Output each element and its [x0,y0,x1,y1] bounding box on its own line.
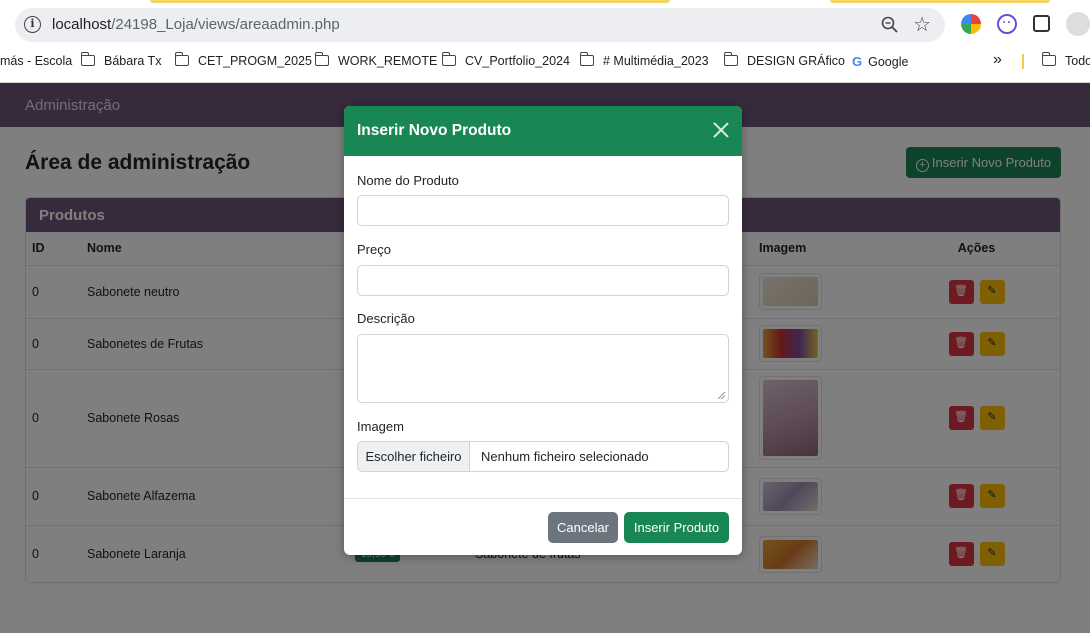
url-text[interactable]: localhost/24198_Loja/views/areaadmin.php [52,16,340,33]
modal-title: Inserir Novo Produto [357,122,512,139]
bookmark-star-icon[interactable]: ☆ [913,12,931,37]
submit-product-button[interactable]: Inserir Produto [624,512,729,543]
zoom-icon[interactable] [880,15,900,35]
nome-label: Nome do Produto [357,173,459,188]
bookmarks-overflow-icon[interactable]: » [993,51,1002,69]
modal-header: Inserir Novo Produto [344,106,742,156]
choose-file-button[interactable]: Escolher ficheiro [358,442,470,471]
close-icon[interactable] [712,121,730,139]
google-icon: G [852,54,863,69]
browser-chrome: i localhost/24198_Loja/views/areaadmin.p… [0,0,1090,83]
profile-avatar-icon[interactable] [1066,12,1090,36]
folder-icon [723,52,738,66]
bookmarks-bar: más - Escola Bábara Tx CET_PROGM_2025 WO… [0,50,1090,74]
bookmark-item[interactable]: DESIGN GRÁfico [723,52,845,68]
bookmark-item[interactable]: más - Escola [0,54,72,68]
address-bar[interactable]: i localhost/24198_Loja/views/areaadmin.p… [15,8,945,42]
folder-icon [579,52,594,66]
color-extension-icon[interactable] [961,14,981,34]
folder-icon [80,52,95,66]
extensions-puzzle-icon[interactable] [1033,15,1050,32]
bookmark-item[interactable]: Bábara Tx [80,52,161,68]
resize-grip-icon[interactable] [718,392,725,399]
folder-icon [1041,52,1056,66]
descricao-textarea[interactable] [357,334,729,403]
bookmark-item[interactable]: CET_PROGM_2025 [174,52,312,68]
descricao-label: Descrição [357,311,415,326]
folder-icon [314,52,329,66]
url-host: localhost [52,16,112,33]
site-info-icon[interactable]: i [24,16,41,33]
file-status-text: Nenhum ficheiro selecionado [481,449,649,464]
imagem-label: Imagem [357,419,404,434]
preco-label: Preço [357,242,391,257]
bookmark-item[interactable]: CV_Portfolio_2024 [441,52,570,68]
bookmark-item[interactable]: Todo [1041,52,1090,68]
bookmark-item[interactable]: # Multimédia_2023 [579,52,709,68]
folder-icon [174,52,189,66]
tab-strip-edge [0,0,1090,3]
modal-footer: Cancelar Inserir Produto [344,498,742,555]
nome-input[interactable] [357,195,729,226]
bookmark-item[interactable]: WORK_REMOTE [314,52,437,68]
cancel-button[interactable]: Cancelar [548,512,618,543]
imagem-file-input[interactable]: Escolher ficheiro Nenhum ficheiro seleci… [357,441,729,472]
insert-product-modal: Inserir Novo Produto Nome do Produto Pre… [344,106,742,555]
bookmark-item[interactable]: G Google [852,54,908,69]
folder-icon [441,52,456,66]
url-path: /24198_Loja/views/areaadmin.php [111,16,340,33]
extension-face-icon[interactable] [997,14,1017,34]
bookmarks-separator [1022,54,1024,69]
preco-input[interactable] [357,265,729,296]
